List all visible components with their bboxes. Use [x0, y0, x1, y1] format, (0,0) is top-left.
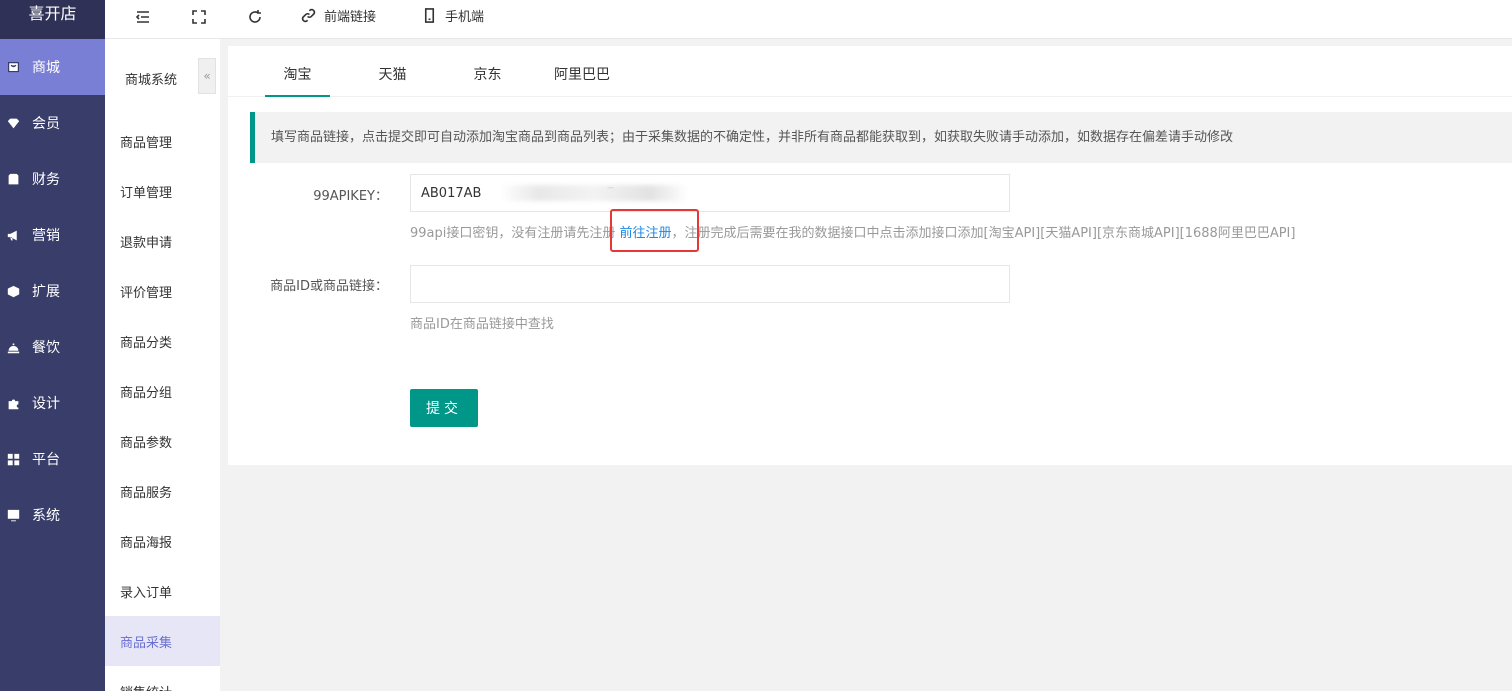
sidebar-item-label: 平台	[32, 452, 60, 468]
sub-item-collect[interactable]: 商品采集	[105, 616, 220, 666]
apikey-help-text-after: ，注册完成后需要在我的数据接口中点击添加接口添加[淘宝API][天猫API][京…	[671, 226, 1296, 241]
sub-item-service[interactable]: 商品服务	[105, 466, 220, 516]
sub-item-goods-manage[interactable]: 商品管理	[105, 116, 220, 166]
menu-fold-icon[interactable]	[133, 8, 153, 26]
megaphone-icon	[6, 228, 20, 242]
tab-taobao[interactable]: 淘宝	[265, 46, 330, 97]
tab-jd[interactable]: 京东	[455, 46, 520, 97]
sub-item-order-manage[interactable]: 订单管理	[105, 166, 220, 216]
mobile-button[interactable]: 手机端	[422, 5, 484, 25]
refresh-icon[interactable]	[245, 8, 265, 26]
tab-bar: 淘宝 天猫 京东 阿里巴巴	[228, 46, 1512, 97]
sidebar-item-member[interactable]: 会员	[0, 95, 105, 151]
mobile-icon	[424, 7, 435, 23]
apikey-label: 99APIKEY：	[313, 189, 388, 204]
sidebar-item-extend[interactable]: 扩展	[0, 263, 105, 319]
grid-icon	[6, 452, 20, 466]
sidebar-item-system[interactable]: 系统	[0, 487, 105, 543]
sidebar-item-shop[interactable]: 商城	[0, 39, 105, 95]
sub-item-refund[interactable]: 退款申请	[105, 216, 220, 266]
goods-id-label: 商品ID或商品链接：	[270, 279, 388, 294]
dish-icon	[6, 340, 20, 354]
notice-banner: 填写商品链接，点击提交即可自动添加淘宝商品到商品列表；由于采集数据的不确定性，并…	[250, 112, 1512, 163]
tab-alibaba[interactable]: 阿里巴巴	[544, 46, 620, 97]
sidebar-item-catering[interactable]: 餐饮	[0, 319, 105, 375]
apikey-help: 99api接口密钥，没有注册请先注册 前往注册，注册完成后需要在我的数据接口中点…	[410, 222, 1295, 241]
blurred-key-mask	[500, 185, 688, 201]
puzzle-icon	[6, 396, 20, 410]
sidebar-item-marketing[interactable]: 营销	[0, 207, 105, 263]
sub-item-sales-stats[interactable]: 销售统计	[105, 666, 220, 691]
member-icon	[6, 116, 20, 130]
sidebar-item-finance[interactable]: 财务	[0, 151, 105, 207]
mobile-label: 手机端	[445, 9, 485, 25]
frontend-link-label: 前端链接	[324, 9, 377, 25]
sidebar-item-label: 扩展	[32, 284, 60, 300]
sidebar-item-design[interactable]: 设计	[0, 375, 105, 431]
fullscreen-icon[interactable]	[189, 8, 209, 26]
system-icon	[6, 508, 20, 522]
submit-button[interactable]: 提交	[410, 389, 478, 427]
main-sidebar: 喜开店 商城 会员 财务 营销 扩展 餐饮 设计 平台 系统	[0, 0, 105, 691]
sidebar-item-label: 设计	[32, 396, 60, 412]
sub-item-enter-order[interactable]: 录入订单	[105, 566, 220, 616]
sidebar-item-label: 系统	[32, 508, 60, 524]
shop-icon	[6, 60, 20, 74]
sidebar-item-label: 营销	[32, 228, 60, 244]
sub-sidebar: 商城系统 « 商品管理 订单管理 退款申请 评价管理 商品分类 商品分组 商品参…	[105, 39, 220, 691]
register-link[interactable]: 前往注册	[620, 226, 672, 241]
sub-item-group[interactable]: 商品分组	[105, 366, 220, 416]
sub-item-review[interactable]: 评价管理	[105, 266, 220, 316]
main-card: 淘宝 天猫 京东 阿里巴巴 填写商品链接，点击提交即可自动添加淘宝商品到商品列表…	[228, 46, 1512, 465]
cube-icon	[6, 284, 20, 298]
sub-sidebar-title: 商城系统	[125, 73, 178, 88]
link-icon	[301, 8, 316, 22]
finance-icon	[6, 172, 20, 186]
tab-tmall[interactable]: 天猫	[360, 46, 425, 97]
sidebar-item-label: 会员	[32, 116, 60, 132]
sidebar-item-platform[interactable]: 平台	[0, 431, 105, 487]
collapse-button[interactable]: «	[198, 58, 216, 94]
app-logo: 喜开店	[0, 0, 105, 39]
frontend-link-button[interactable]: 前端链接	[301, 5, 376, 25]
sub-item-category[interactable]: 商品分类	[105, 316, 220, 366]
sidebar-item-label: 餐饮	[32, 340, 60, 356]
goods-id-input[interactable]	[410, 265, 1010, 303]
top-bar: 前端链接 手机端	[105, 0, 1512, 39]
sidebar-item-label: 商城	[32, 60, 60, 76]
sidebar-item-label: 财务	[32, 172, 60, 188]
sub-item-params[interactable]: 商品参数	[105, 416, 220, 466]
apikey-help-text: 99api接口密钥，没有注册请先注册	[410, 226, 616, 241]
goods-id-help: 商品ID在商品链接中查找	[410, 317, 554, 332]
sub-item-poster[interactable]: 商品海报	[105, 516, 220, 566]
